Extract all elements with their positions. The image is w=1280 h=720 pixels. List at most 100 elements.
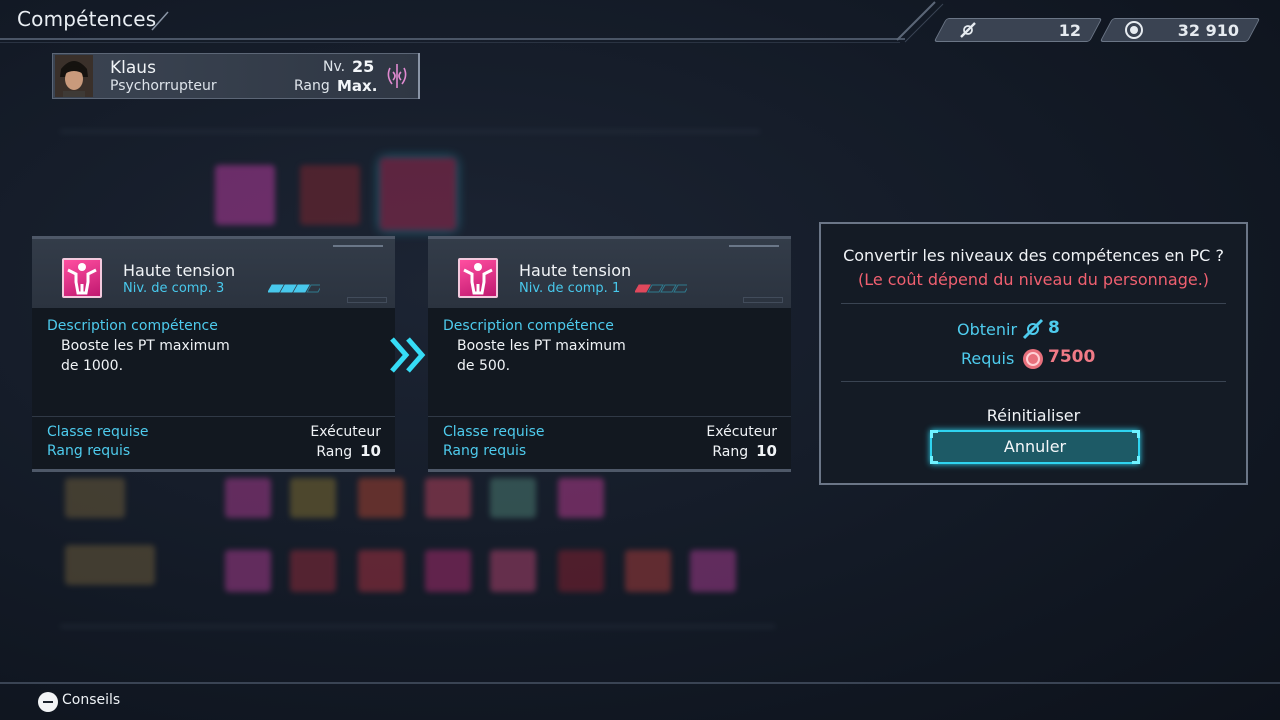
background-skill-slot (558, 550, 604, 592)
required-rank-value: Rang 10 (712, 442, 777, 460)
background-skill-slot (358, 478, 404, 518)
background-skill-slot (290, 550, 336, 592)
coin-icon (1123, 19, 1145, 41)
required-class-label: Classe requise (443, 424, 545, 440)
gauge-segment-empty (660, 284, 677, 293)
background-skill-slot (215, 165, 275, 225)
level-value: 25 (352, 57, 375, 76)
background-skill-slot (300, 165, 360, 225)
background-skill-slot (425, 478, 471, 518)
gauge-segment-filled (635, 284, 651, 293)
header-divider (0, 38, 905, 40)
gauge-segment-filled (293, 284, 310, 293)
required-class-label: Classe requise (47, 424, 149, 440)
character-card-notch (412, 53, 420, 99)
skill-point-icon (957, 19, 979, 41)
level-label: Nv. (323, 59, 346, 75)
title-slash-decoration (151, 11, 169, 31)
background-skill-slot (65, 478, 125, 518)
character-class: Psychorrupteur (110, 78, 217, 94)
minus-button-icon[interactable] (38, 692, 58, 712)
card-bottom-border (428, 469, 791, 472)
skill-level: Niv. de comp. 3 (123, 281, 225, 296)
convert-dialog: Convertir les niveaux des compétences en… (819, 222, 1248, 485)
header-divider-secondary (0, 42, 900, 43)
divider (428, 416, 791, 417)
header-decoration (729, 245, 779, 248)
background-skill-slot (558, 478, 604, 518)
footer-divider (0, 682, 1280, 684)
rank-label: Rang (294, 78, 330, 94)
skill-card-header: Haute tension Niv. de comp. 3 (32, 236, 395, 308)
selection-corner (930, 456, 938, 464)
background-skill-slot (425, 550, 471, 592)
description-label: Description compétence (47, 318, 218, 334)
card-bottom-border (32, 469, 395, 472)
background-skill-slot (490, 550, 536, 592)
header-decoration (333, 245, 383, 248)
hints-label[interactable]: Conseils (62, 692, 120, 708)
rank-word: Rang (316, 444, 353, 460)
description-line: de 1000. (61, 358, 124, 374)
skill-figure-icon (458, 258, 498, 298)
required-class-value: Exécuteur (706, 424, 777, 440)
header-decoration (347, 297, 387, 303)
coin-icon (1023, 349, 1043, 369)
required-class-value: Exécuteur (310, 424, 381, 440)
skill-name: Haute tension (123, 261, 236, 280)
skill-points-counter: 12 (933, 18, 1103, 42)
background-skill-slot (290, 478, 336, 518)
required-rank-label: Rang requis (443, 443, 527, 459)
background-tab-strip (60, 130, 760, 133)
reset-option[interactable]: Réinitialiser (821, 406, 1246, 425)
description-label: Description compétence (443, 318, 614, 334)
avatar (55, 55, 93, 97)
header-decoration (743, 297, 783, 303)
background-skill-slot (490, 478, 536, 518)
money-counter: 32 910 (1099, 18, 1261, 42)
dialog-question: Convertir les niveaux des compétences en… (843, 246, 1224, 265)
required-rank-value: Rang 10 (316, 442, 381, 460)
background-skill-slot-selected (380, 158, 456, 230)
background-skill-slot (358, 550, 404, 592)
divider (841, 303, 1226, 304)
skill-card-header: Haute tension Niv. de comp. 1 (428, 236, 791, 308)
selection-corner (1132, 430, 1140, 438)
page-title: Compétences (17, 7, 157, 31)
description-line: Booste les PT maximum (61, 338, 230, 354)
skill-point-icon (1022, 318, 1044, 340)
description-text: Booste les PT maximum de 500. (457, 336, 657, 376)
divider (32, 416, 395, 417)
double-chevron-right-icon (390, 337, 426, 373)
cancel-button[interactable]: Annuler (930, 430, 1140, 464)
required-rank-label: Rang requis (47, 443, 131, 459)
gauge-segment-empty (647, 284, 664, 293)
class-emblem-icon (387, 64, 407, 88)
rank-number: 10 (360, 442, 381, 460)
rank-word: Rang (712, 444, 749, 460)
description-line: de 500. (457, 358, 511, 374)
skill-figure-icon (62, 258, 102, 298)
character-name: Klaus (110, 58, 156, 78)
selection-corner (930, 430, 938, 438)
skill-name: Haute tension (519, 261, 632, 280)
selection-corner (1132, 456, 1140, 464)
new-skill-card: Haute tension Niv. de comp. 1 Descriptio… (428, 236, 791, 472)
description-text: Booste les PT maximum de 1000. (61, 336, 261, 376)
gauge-segment-filled (280, 284, 297, 293)
background-skill-slot (225, 550, 271, 592)
required-label: Requis (961, 349, 1015, 368)
money-value: 32 910 (1177, 20, 1239, 40)
skill-level-gauge (268, 284, 320, 293)
background-divider (60, 625, 775, 628)
cancel-button-label: Annuler (1003, 437, 1067, 456)
gauge-segment-filled (268, 284, 284, 293)
required-value: 7500 (1048, 347, 1096, 367)
background-skill-slot (690, 550, 736, 592)
background-skill-slot (625, 550, 671, 592)
divider (841, 381, 1226, 382)
background-skill-slot (65, 545, 155, 585)
skill-level: Niv. de comp. 1 (519, 281, 621, 296)
rank-number: 10 (756, 442, 777, 460)
rank-value: Max. (337, 77, 378, 95)
